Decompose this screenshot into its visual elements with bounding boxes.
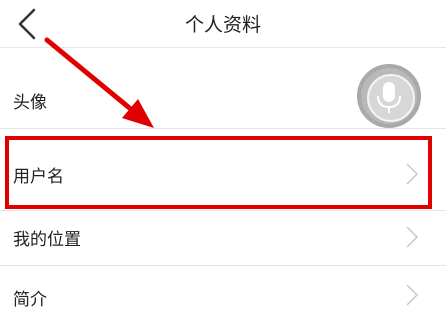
row-username[interactable]: 用户名: [0, 129, 446, 211]
profile-page: 个人资料 头像 用户名 我的位置 简介: [0, 0, 446, 311]
avatar[interactable]: [357, 64, 421, 128]
chevron-right-icon: [406, 163, 419, 185]
chevron-right-icon: [406, 284, 419, 306]
microphone-icon: [377, 82, 401, 113]
row-location[interactable]: 我的位置: [0, 211, 446, 266]
row-label-avatar: 头像: [13, 93, 47, 113]
row-label-bio: 简介: [13, 290, 47, 310]
row-label-location: 我的位置: [13, 230, 81, 250]
row-label-username: 用户名: [13, 167, 64, 187]
page-title: 个人资料: [184, 14, 261, 36]
top-bar: 个人资料: [0, 0, 446, 48]
chevron-right-icon: [406, 226, 419, 248]
row-bio[interactable]: 简介: [0, 266, 446, 311]
